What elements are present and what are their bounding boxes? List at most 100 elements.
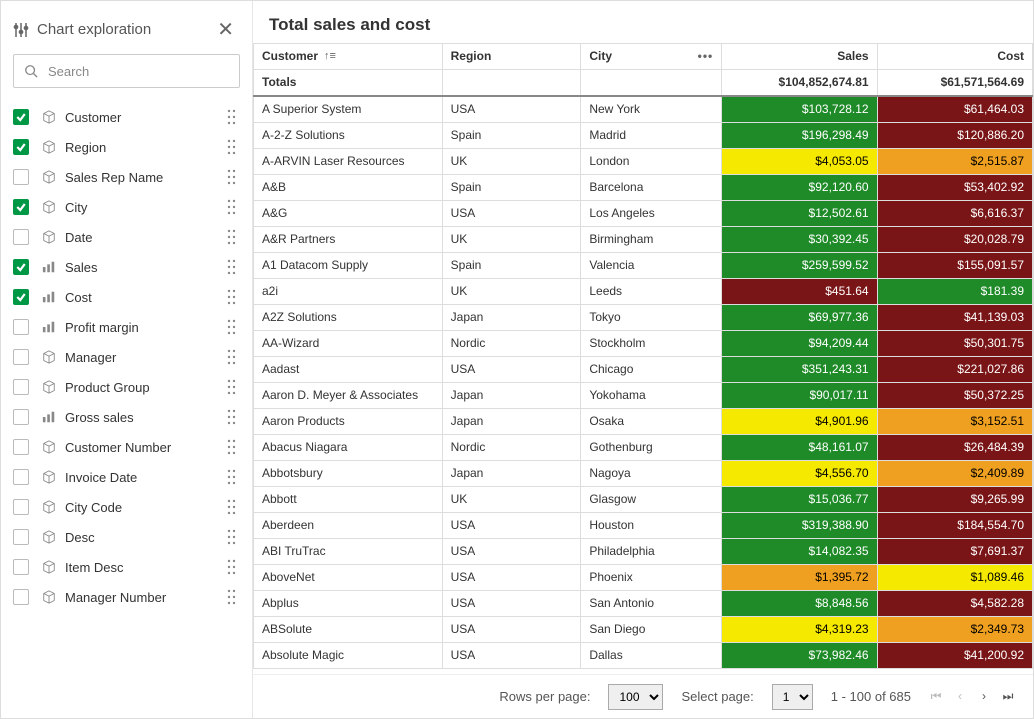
field-checkbox[interactable]: [13, 529, 29, 545]
field-checkbox[interactable]: [13, 559, 29, 575]
table-row[interactable]: A-ARVIN Laser ResourcesUKLondon$4,053.05…: [254, 149, 1033, 175]
field-row[interactable]: Desc: [9, 522, 244, 552]
field-checkbox[interactable]: [13, 229, 29, 245]
field-checkbox[interactable]: [13, 439, 29, 455]
cell-city: Yokohama: [581, 383, 722, 409]
field-row[interactable]: Manager: [9, 342, 244, 372]
field-checkbox[interactable]: [13, 589, 29, 605]
field-checkbox[interactable]: [13, 379, 29, 395]
drag-handle-icon[interactable]: [224, 469, 240, 485]
table-row[interactable]: A Superior SystemUSANew York$103,728.12$…: [254, 96, 1033, 123]
table-row[interactable]: a2iUKLeeds$451.64$181.39: [254, 279, 1033, 305]
drag-handle-icon[interactable]: [224, 349, 240, 365]
field-row[interactable]: Profit margin: [9, 312, 244, 342]
table-row[interactable]: A&R PartnersUKBirmingham$30,392.45$20,02…: [254, 227, 1033, 253]
cell-region: UK: [442, 227, 581, 253]
select-page-select[interactable]: 1: [772, 684, 813, 710]
table-row[interactable]: Absolute MagicUSADallas$73,982.46$41,200…: [254, 643, 1033, 669]
rows-per-page-select[interactable]: 100: [608, 684, 663, 710]
table-row[interactable]: ABSoluteUSASan Diego$4,319.23$2,349.73: [254, 617, 1033, 643]
close-icon[interactable]: ✕: [211, 15, 240, 44]
table-row[interactable]: AA-WizardNordicStockholm$94,209.44$50,30…: [254, 331, 1033, 357]
drag-handle-icon[interactable]: [224, 139, 240, 155]
prev-page-icon[interactable]: ‹: [953, 689, 967, 704]
field-checkbox[interactable]: [13, 469, 29, 485]
drag-handle-icon[interactable]: [224, 169, 240, 185]
drag-handle-icon[interactable]: [224, 529, 240, 545]
field-row[interactable]: Sales: [9, 252, 244, 282]
field-checkbox[interactable]: [13, 139, 29, 155]
grid-scroll[interactable]: Customer ↑≡ Region City ••• Sales: [253, 43, 1033, 674]
field-row[interactable]: Product Group: [9, 372, 244, 402]
col-header-region[interactable]: Region: [442, 44, 581, 70]
drag-handle-icon[interactable]: [224, 589, 240, 605]
cell-city: Tokyo: [581, 305, 722, 331]
drag-handle-icon[interactable]: [224, 379, 240, 395]
cell-cost: $61,464.03: [877, 96, 1032, 123]
last-page-icon[interactable]: ⏭: [1001, 689, 1015, 704]
field-row[interactable]: Item Desc: [9, 552, 244, 582]
drag-handle-icon[interactable]: [224, 289, 240, 305]
col-header-customer[interactable]: Customer ↑≡: [254, 44, 443, 70]
sidebar-header: Chart exploration ✕: [9, 11, 244, 54]
measure-icon: [41, 290, 57, 304]
col-header-cost[interactable]: Cost: [877, 44, 1032, 70]
search-input[interactable]: [46, 63, 229, 80]
field-row[interactable]: Region: [9, 132, 244, 162]
table-row[interactable]: ABI TruTracUSAPhiladelphia$14,082.35$7,6…: [254, 539, 1033, 565]
field-row[interactable]: Date: [9, 222, 244, 252]
table-row[interactable]: AadastUSAChicago$351,243.31$221,027.86: [254, 357, 1033, 383]
drag-handle-icon[interactable]: [224, 409, 240, 425]
drag-handle-icon[interactable]: [224, 229, 240, 245]
table-row[interactable]: A&GUSALos Angeles$12,502.61$6,616.37: [254, 201, 1033, 227]
field-checkbox[interactable]: [13, 289, 29, 305]
table-row[interactable]: A2Z SolutionsJapanTokyo$69,977.36$41,139…: [254, 305, 1033, 331]
field-checkbox[interactable]: [13, 169, 29, 185]
table-row[interactable]: AbplusUSASan Antonio$8,848.56$4,582.28: [254, 591, 1033, 617]
drag-handle-icon[interactable]: [224, 439, 240, 455]
field-checkbox[interactable]: [13, 409, 29, 425]
table-row[interactable]: A-2-Z SolutionsSpainMadrid$196,298.49$12…: [254, 123, 1033, 149]
field-checkbox[interactable]: [13, 109, 29, 125]
field-row[interactable]: Gross sales: [9, 402, 244, 432]
field-row[interactable]: Sales Rep Name: [9, 162, 244, 192]
field-row[interactable]: Customer Number: [9, 432, 244, 462]
table-row[interactable]: Abacus NiagaraNordicGothenburg$48,161.07…: [254, 435, 1033, 461]
cell-sales: $73,982.46: [722, 643, 877, 669]
col-header-sales[interactable]: Sales: [722, 44, 877, 70]
table-row[interactable]: Aaron D. Meyer & AssociatesJapanYokohama…: [254, 383, 1033, 409]
field-row[interactable]: Manager Number: [9, 582, 244, 612]
cell-customer: a2i: [254, 279, 443, 305]
search-box[interactable]: [13, 54, 240, 88]
drag-handle-icon[interactable]: [224, 259, 240, 275]
drag-handle-icon[interactable]: [224, 499, 240, 515]
table-row[interactable]: A1 Datacom SupplySpainValencia$259,599.5…: [254, 253, 1033, 279]
field-row[interactable]: City: [9, 192, 244, 222]
field-checkbox[interactable]: [13, 259, 29, 275]
field-row[interactable]: Customer: [9, 102, 244, 132]
sliders-icon: [13, 22, 29, 38]
field-row[interactable]: City Code: [9, 492, 244, 522]
table-row[interactable]: AbbotsburyJapanNagoya$4,556.70$2,409.89: [254, 461, 1033, 487]
drag-handle-icon[interactable]: [224, 319, 240, 335]
field-row[interactable]: Invoice Date: [9, 462, 244, 492]
field-row[interactable]: Cost: [9, 282, 244, 312]
next-page-icon[interactable]: ›: [977, 689, 991, 704]
field-checkbox[interactable]: [13, 349, 29, 365]
drag-handle-icon[interactable]: [224, 559, 240, 575]
drag-handle-icon[interactable]: [224, 109, 240, 125]
table-row[interactable]: A&BSpainBarcelona$92,120.60$53,402.92: [254, 175, 1033, 201]
table-row[interactable]: AberdeenUSAHouston$319,388.90$184,554.70: [254, 513, 1033, 539]
field-label: Sales Rep Name: [65, 170, 224, 185]
table-row[interactable]: AbbottUKGlasgow$15,036.77$9,265.99: [254, 487, 1033, 513]
field-checkbox[interactable]: [13, 499, 29, 515]
table-row[interactable]: Aaron ProductsJapanOsaka$4,901.96$3,152.…: [254, 409, 1033, 435]
col-header-city[interactable]: City •••: [581, 44, 722, 70]
table-row[interactable]: AboveNetUSAPhoenix$1,395.72$1,089.46: [254, 565, 1033, 591]
drag-handle-icon[interactable]: [224, 199, 240, 215]
first-page-icon[interactable]: ⏮: [929, 689, 943, 704]
more-icon[interactable]: •••: [698, 49, 714, 64]
field-checkbox[interactable]: [13, 319, 29, 335]
field-checkbox[interactable]: [13, 199, 29, 215]
measure-icon: [41, 410, 57, 424]
